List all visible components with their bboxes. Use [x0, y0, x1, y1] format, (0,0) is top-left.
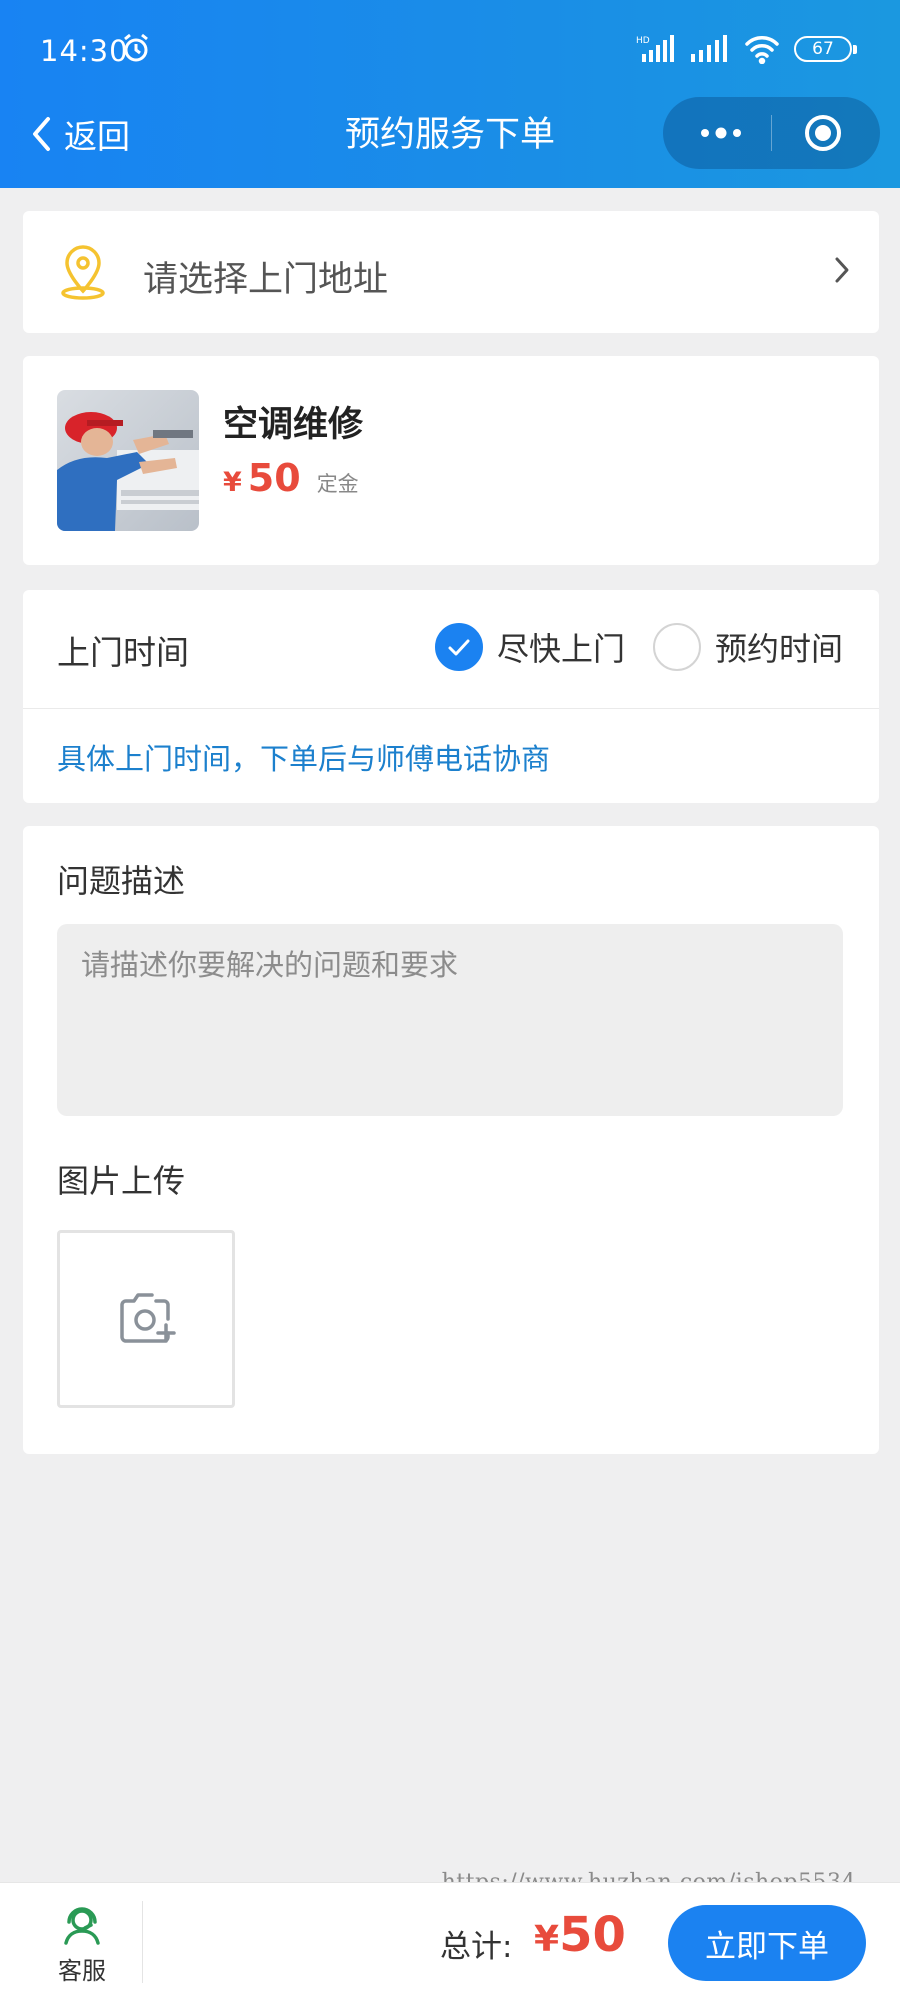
description-input[interactable] — [57, 924, 843, 1116]
description-card: 问题描述 图片上传 — [23, 826, 879, 1454]
service-card: 空调维修 ¥ 50 定金 — [23, 356, 879, 565]
total-symbol: ¥ — [534, 1919, 560, 1960]
battery-indicator: 67 — [794, 36, 857, 62]
service-image — [57, 390, 199, 531]
total-label: 总计: — [440, 1929, 513, 1965]
signal-icon — [691, 35, 727, 62]
service-name: 空调维修 — [223, 405, 364, 445]
price-note: 定金 — [316, 472, 359, 496]
customer-service-icon — [64, 1907, 100, 1945]
bottom-bar: 客服 总计: ¥ 50 立即下单 — [0, 1882, 900, 2000]
address-selector[interactable]: 请选择上门地址 — [23, 211, 879, 333]
location-pin-icon — [55, 243, 111, 305]
visit-time-hint: 具体上门时间，下单后与师傅电话协商 — [57, 742, 551, 776]
capsule-divider — [771, 115, 772, 151]
visit-time-label: 上门时间 — [57, 633, 189, 672]
description-label: 问题描述 — [57, 862, 186, 900]
radio-checked-icon[interactable] — [435, 623, 483, 671]
address-placeholder: 请选择上门地址 — [143, 260, 389, 300]
top-header: 14:30 HD 67 返回 预约服务下单 — [0, 0, 900, 188]
alarm-icon — [120, 32, 152, 68]
total-value: 50 — [559, 1907, 626, 1963]
service-price: ¥ 50 定金 — [223, 456, 359, 500]
signal-hd-icon: HD — [636, 35, 674, 62]
svg-text:HD: HD — [636, 36, 650, 46]
visit-time-card: 上门时间 尽快上门 预约时间 具体上门时间，下单后与师傅电话协商 — [23, 590, 879, 803]
price-symbol: ¥ — [223, 467, 242, 498]
status-time: 14:30 — [40, 34, 129, 68]
option-asap-label: 尽快上门 — [497, 630, 626, 668]
option-asap[interactable]: 尽快上门 — [435, 623, 625, 671]
image-upload-button[interactable] — [57, 1230, 235, 1408]
chevron-right-icon — [833, 255, 851, 289]
miniprogram-capsule — [663, 97, 880, 169]
radio-unchecked-icon[interactable] — [653, 623, 701, 671]
customer-service-button[interactable]: 客服 — [52, 1905, 112, 1986]
place-order-button[interactable]: 立即下单 — [668, 1905, 866, 1981]
price-value: 50 — [247, 456, 301, 500]
close-miniprogram-icon[interactable] — [803, 113, 843, 153]
upload-label: 图片上传 — [57, 1162, 186, 1200]
option-scheduled[interactable]: 预约时间 — [653, 623, 843, 671]
system-icons: HD 67 — [636, 34, 857, 64]
customer-service-label: 客服 — [58, 1957, 106, 1985]
more-icon[interactable] — [693, 115, 749, 151]
wifi-icon — [745, 36, 779, 64]
status-bar: 14:30 HD 67 — [0, 0, 900, 100]
option-scheduled-label: 预约时间 — [715, 630, 844, 668]
divider — [23, 708, 879, 709]
divider — [142, 1901, 143, 1983]
add-photo-camera-icon — [118, 1291, 180, 1351]
total-price: ¥ 50 — [534, 1907, 626, 1963]
